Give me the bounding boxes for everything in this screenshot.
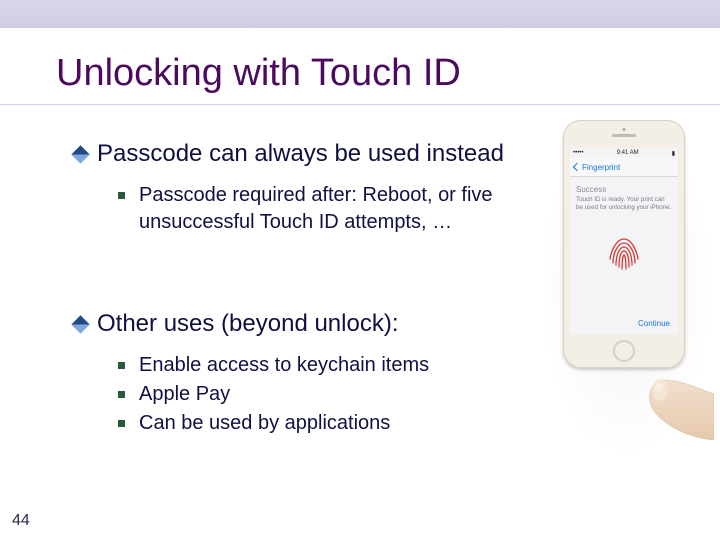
home-button xyxy=(613,340,635,362)
list-item: Enable access to keychain items xyxy=(118,352,504,379)
sub-bullet-text: Enable access to keychain items xyxy=(139,352,429,379)
list-item: Apple Pay xyxy=(118,381,504,408)
front-camera-dot xyxy=(623,128,626,131)
bullet-passcode-always: Passcode can always be used instead xyxy=(74,140,504,168)
square-bullet-icon xyxy=(118,391,125,398)
list-item: Can be used by applications xyxy=(118,410,504,437)
nav-back-button: Fingerprint xyxy=(574,163,620,172)
diamond-bullet-icon xyxy=(71,145,89,163)
square-bullet-icon xyxy=(118,192,125,199)
fingerprint-icon xyxy=(600,228,648,276)
status-signal-icon: ••••• xyxy=(573,150,584,156)
continue-link: Continue xyxy=(638,319,670,328)
touching-finger-illustration xyxy=(634,370,714,440)
slide-title: Unlocking with Touch ID xyxy=(56,52,461,95)
slide-number: 44 xyxy=(12,512,30,530)
phone-screen: ••••• 9:41 AM ▮ Fingerprint Success Touc… xyxy=(570,148,678,334)
status-time: 9:41 AM xyxy=(617,150,639,156)
sub-bullet-text: Can be used by applications xyxy=(139,410,390,437)
nav-back-label: Fingerprint xyxy=(582,163,620,172)
earpiece-slot xyxy=(612,134,636,137)
status-bar: ••••• 9:41 AM ▮ xyxy=(570,148,678,158)
bullet-text: Passcode can always be used instead xyxy=(97,140,504,168)
iphone-touchid-illustration: ••••• 9:41 AM ▮ Fingerprint Success Touc… xyxy=(549,120,704,420)
slide-header-bar xyxy=(0,0,720,28)
title-underline xyxy=(0,102,720,105)
list-item: Passcode required after: Reboot, or five… xyxy=(118,182,504,236)
diamond-bullet-icon xyxy=(71,315,89,333)
success-heading: Success xyxy=(576,185,672,194)
iphone-frame: ••••• 9:41 AM ▮ Fingerprint Success Touc… xyxy=(563,120,685,368)
sub-bullets-1: Passcode required after: Reboot, or five… xyxy=(74,182,504,236)
success-description: Touch ID is ready. Your print can be use… xyxy=(576,196,672,212)
bullet-other-uses: Other uses (beyond unlock): xyxy=(74,310,504,338)
square-bullet-icon xyxy=(118,420,125,427)
sub-bullets-2: Enable access to keychain items Apple Pa… xyxy=(74,352,504,437)
chevron-left-icon xyxy=(573,163,581,171)
sub-bullet-text: Passcode required after: Reboot, or five… xyxy=(139,182,504,236)
status-battery-icon: ▮ xyxy=(672,150,675,157)
square-bullet-icon xyxy=(118,362,125,369)
bullet-text: Other uses (beyond unlock): xyxy=(97,310,399,338)
screen-body: Success Touch ID is ready. Your print ca… xyxy=(570,177,678,284)
sub-bullet-text: Apple Pay xyxy=(139,381,230,408)
slide-content: Passcode can always be used instead Pass… xyxy=(74,140,504,447)
nav-bar: Fingerprint xyxy=(570,158,678,177)
